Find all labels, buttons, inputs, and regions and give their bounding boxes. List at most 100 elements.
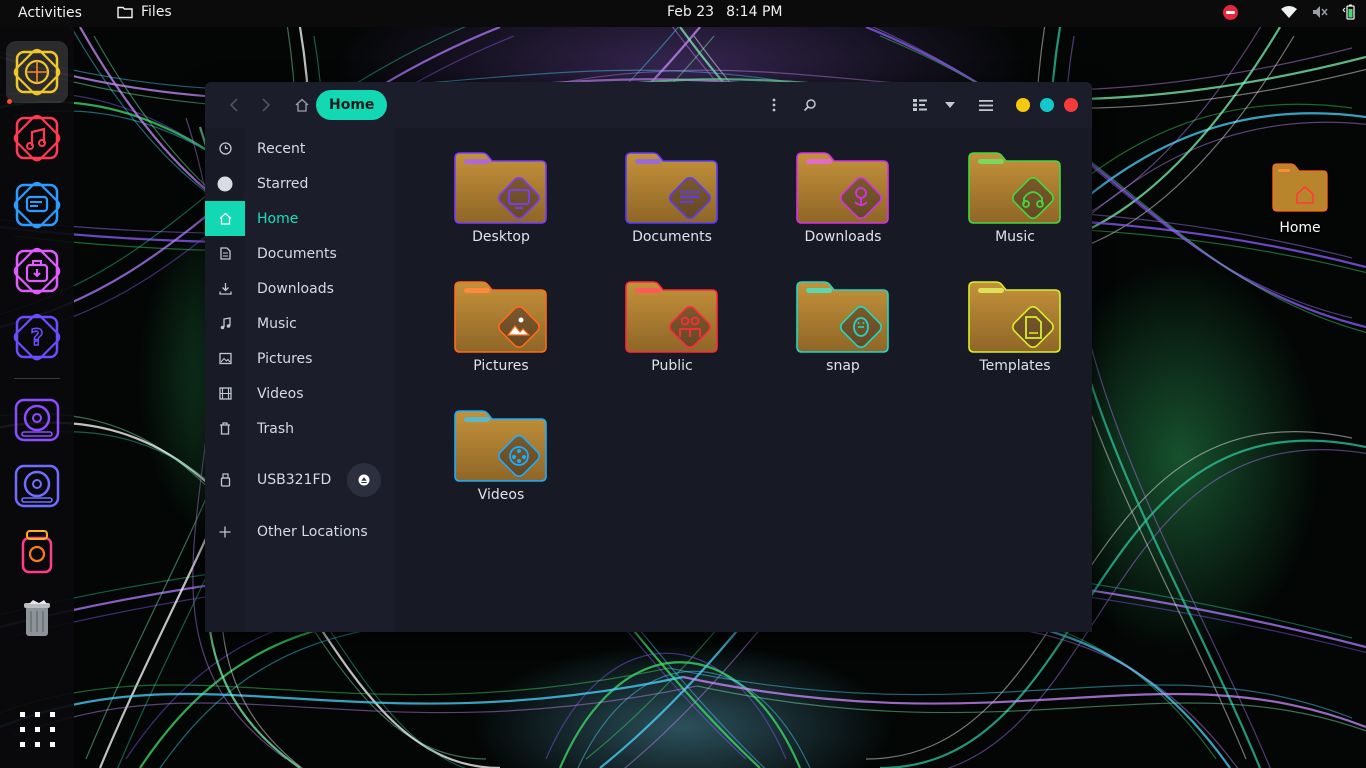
disk-utility-icon bbox=[13, 462, 61, 510]
sidebar-item-starred[interactable]: Starred bbox=[205, 166, 393, 201]
sidebar-item-label: Trash bbox=[257, 420, 294, 437]
sidebar-item-trash[interactable]: Trash bbox=[205, 411, 393, 446]
folder-item-public[interactable]: Public bbox=[597, 279, 747, 374]
folder-headphones-icon bbox=[968, 152, 1061, 224]
caret-down-icon bbox=[945, 102, 955, 108]
sidebar-item-label: Other Locations bbox=[257, 523, 368, 540]
sidebar-item-label: Music bbox=[257, 315, 297, 332]
sidebar-item-label: Pictures bbox=[257, 350, 313, 367]
chevron-right-icon bbox=[262, 98, 271, 112]
folder-label: Documents bbox=[632, 229, 712, 245]
dock-item-9[interactable] bbox=[6, 587, 68, 649]
app-menu[interactable]: Files bbox=[117, 4, 172, 20]
folder-label: Public bbox=[651, 358, 693, 374]
music-note-icon bbox=[216, 315, 234, 333]
forward-button[interactable] bbox=[255, 94, 277, 116]
folder-item-snap[interactable]: snap bbox=[768, 279, 918, 374]
usb-drive-icon bbox=[216, 471, 234, 489]
folder-tux-icon bbox=[796, 281, 889, 353]
back-button[interactable] bbox=[223, 94, 245, 116]
sidebar-item-label: Starred bbox=[257, 175, 309, 192]
more-options-button[interactable] bbox=[763, 94, 785, 116]
sidebar-item-home[interactable]: Home bbox=[205, 201, 393, 236]
folder-people-icon bbox=[625, 281, 718, 353]
dock-item-6[interactable] bbox=[6, 389, 68, 451]
sidebar-item-recent[interactable]: Recent bbox=[205, 131, 393, 166]
folder-item-pictures[interactable]: Pictures bbox=[426, 279, 576, 374]
top-bar: Activities Files Feb 23 8:14 PM bbox=[0, 0, 1366, 27]
trash-icon bbox=[216, 420, 234, 438]
desktop-home-item[interactable]: Home bbox=[1262, 160, 1338, 236]
sidebar-item-label: Recent bbox=[257, 140, 306, 157]
home-folder-icon bbox=[1272, 163, 1328, 212]
gnome-browser-icon bbox=[13, 48, 61, 96]
dock-item-8[interactable] bbox=[6, 521, 68, 583]
dock-item-3[interactable] bbox=[6, 174, 68, 236]
dock-item-5[interactable]: ? bbox=[6, 306, 68, 368]
help-icon: ? bbox=[13, 313, 61, 361]
close-button[interactable] bbox=[1064, 98, 1078, 112]
trash-icon bbox=[22, 598, 52, 638]
folder-item-documents[interactable]: Documents bbox=[597, 150, 747, 245]
folder-reel-icon bbox=[454, 410, 547, 482]
do-not-disturb-icon[interactable] bbox=[1223, 4, 1238, 20]
folder-item-desktop[interactable]: Desktop bbox=[426, 150, 576, 245]
folder-label: Templates bbox=[979, 358, 1051, 374]
sidebar-item-videos[interactable]: Videos bbox=[205, 376, 393, 411]
sidebar-item-label: Documents bbox=[257, 245, 337, 262]
dock-item-7[interactable] bbox=[6, 455, 68, 517]
software-store-icon bbox=[13, 247, 61, 295]
folder-label: Music bbox=[995, 229, 1035, 245]
sidebar-item-downloads[interactable]: Downloads bbox=[205, 271, 393, 306]
wifi-icon[interactable] bbox=[1280, 5, 1298, 19]
chevron-left-icon bbox=[229, 98, 238, 112]
folder-label: Downloads bbox=[804, 229, 882, 245]
dock-separator bbox=[14, 378, 60, 379]
sidebar-item-label: Downloads bbox=[257, 280, 334, 297]
sidebar-item-label: Videos bbox=[257, 385, 304, 402]
svg-text:?: ? bbox=[31, 326, 44, 351]
minimize-button[interactable] bbox=[1016, 98, 1030, 112]
list-view-icon bbox=[913, 99, 927, 111]
clock[interactable]: Feb 23 8:14 PM bbox=[667, 4, 782, 20]
path-bar-home[interactable]: Home bbox=[316, 90, 388, 120]
clock-date: Feb 23 bbox=[667, 4, 715, 20]
view-mode-button[interactable] bbox=[909, 94, 931, 116]
sidebar-item-music[interactable]: Music bbox=[205, 306, 393, 341]
dock: ? bbox=[0, 27, 74, 768]
folder-item-music[interactable]: Music bbox=[940, 150, 1090, 245]
path-home-icon-button[interactable] bbox=[291, 94, 313, 116]
folder-item-downloads[interactable]: Downloads bbox=[768, 150, 918, 245]
disk-usage-icon bbox=[13, 396, 61, 444]
desktop-home-label: Home bbox=[1279, 220, 1321, 236]
app-menu-label: Files bbox=[141, 4, 172, 20]
volume-muted-icon[interactable] bbox=[1312, 5, 1328, 19]
dock-item-4[interactable] bbox=[6, 240, 68, 302]
search-icon bbox=[803, 99, 816, 112]
system-tray[interactable] bbox=[1223, 4, 1356, 20]
dock-item-1[interactable] bbox=[6, 41, 68, 103]
sidebar-item-label: Home bbox=[257, 210, 299, 227]
folder-doc-icon bbox=[625, 152, 718, 224]
dock-item-2[interactable] bbox=[6, 107, 68, 169]
view-options-button[interactable] bbox=[939, 94, 961, 116]
activities-button[interactable]: Activities bbox=[18, 5, 82, 21]
hamburger-menu-icon bbox=[979, 99, 993, 111]
folder-picture-icon bbox=[454, 281, 547, 353]
show-applications-icon[interactable] bbox=[18, 710, 58, 750]
sidebar-item-pictures[interactable]: Pictures bbox=[205, 341, 393, 376]
main-menu-button[interactable] bbox=[975, 94, 997, 116]
eject-button[interactable] bbox=[347, 463, 381, 497]
download-icon bbox=[216, 280, 234, 298]
maximize-button[interactable] bbox=[1040, 98, 1054, 112]
search-button[interactable] bbox=[799, 94, 821, 116]
sidebar-item-documents[interactable]: Documents bbox=[205, 236, 393, 271]
sidebar-item-other-locations[interactable]: Other Locations bbox=[205, 514, 393, 549]
folder-item-templates[interactable]: Templates bbox=[940, 279, 1090, 374]
settings-app-icon bbox=[17, 528, 57, 576]
battery-icon[interactable] bbox=[1342, 4, 1356, 20]
folder-item-videos[interactable]: Videos bbox=[426, 408, 576, 503]
star-icon bbox=[216, 175, 234, 193]
home-icon bbox=[295, 98, 309, 112]
sidebar: Recent Starred Home Documents Downloads … bbox=[205, 128, 393, 632]
